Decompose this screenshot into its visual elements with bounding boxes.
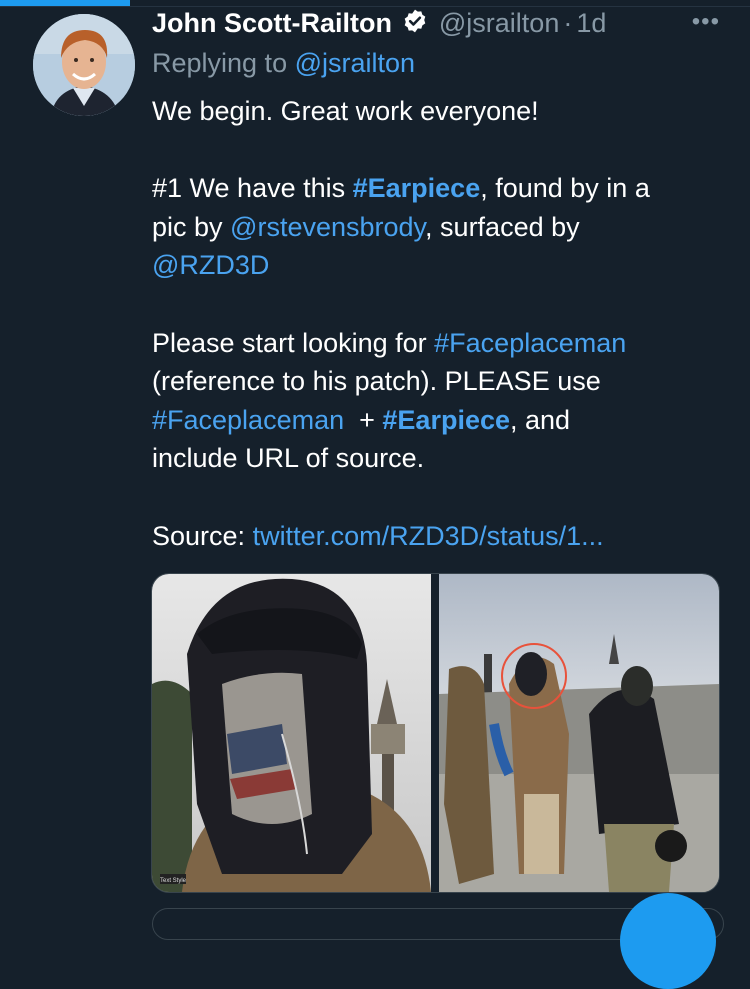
separator-dot: · — [563, 8, 573, 38]
hashtag-link[interactable]: #Earpiece — [353, 173, 481, 203]
author-name[interactable]: John Scott-Railton — [152, 8, 392, 38]
tweet-text: We begin. Great work everyone! #1 We hav… — [152, 92, 737, 555]
compose-tweet-button[interactable] — [620, 893, 716, 989]
hashtag-link[interactable]: #Faceplaceman — [152, 405, 344, 435]
author-handle[interactable]: @jsrailton — [439, 8, 559, 38]
media-caption: Text Style — [160, 878, 187, 884]
text-line: @RZD3D — [152, 246, 737, 285]
tweet-media[interactable]: Text Style — [151, 573, 720, 893]
avatar[interactable] — [33, 14, 135, 116]
reply-context: Replying to @jsrailton — [152, 48, 415, 79]
mention-link[interactable]: @rstevensbrody — [230, 212, 425, 242]
more-options-icon[interactable]: ••• — [692, 8, 720, 36]
text-line: #Faceplaceman + #Earpiece, and — [152, 404, 571, 435]
timestamp[interactable]: 1d — [576, 8, 606, 38]
text-line: We begin. Great work everyone! — [152, 96, 539, 126]
hashtag-link[interactable]: #Faceplaceman — [434, 328, 626, 358]
text-line: Please start looking for #Faceplaceman — [152, 327, 627, 358]
divider — [0, 6, 750, 7]
source-url-link[interactable]: twitter.com/RZD3D/status/1... — [253, 521, 604, 551]
media-photo-closeup[interactable]: Text Style — [152, 574, 431, 892]
media-photo-crowd[interactable] — [439, 574, 719, 892]
text-line: Source: twitter.com/RZD3D/status/1... — [152, 520, 604, 551]
verified-badge-icon — [402, 8, 428, 39]
text-line: #1 We have this #Earpiece, found by in a — [152, 173, 650, 204]
mention-link[interactable]: @RZD3D — [152, 250, 269, 280]
tweet-header: John Scott-Railton @jsrailton · 1d ••• — [152, 8, 732, 42]
text-line: (reference to his patch). PLEASE use — [152, 366, 601, 397]
text-line: pic by @rstevensbrody, surfaced by — [152, 211, 580, 242]
text-line: include URL of source. — [152, 443, 425, 474]
reply-prefix: Replying to — [152, 48, 295, 78]
hashtag-link[interactable]: #Earpiece — [382, 405, 510, 435]
reply-to-link[interactable]: @jsrailton — [295, 48, 415, 78]
